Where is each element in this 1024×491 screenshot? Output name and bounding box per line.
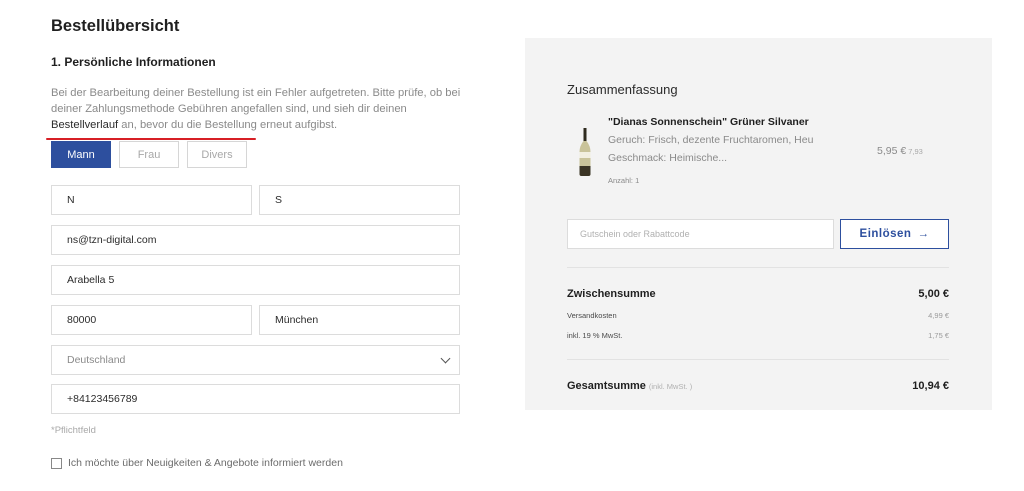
error-highlight-underline <box>46 138 256 140</box>
product-quantity: Anzahl: 1 <box>608 176 640 185</box>
redeem-button-label: Einlösen <box>859 228 912 240</box>
total-row: Gesamtsumme (inkl. MwSt. ) 10,94 € <box>567 380 949 392</box>
order-summary-panel: Zusammenfassung "Dianas Sonnenschein" Gr… <box>525 38 992 410</box>
shipping-label: Versandkosten <box>567 311 617 320</box>
product-price-old: 7,93 <box>908 147 923 156</box>
phone-field[interactable]: +84123456789 <box>51 384 460 414</box>
wine-bottle-icon <box>579 128 591 176</box>
vat-label: inkl. 19 % MwSt. <box>567 331 623 340</box>
redeem-coupon-button[interactable]: Einlösen → <box>840 219 949 249</box>
shipping-row: Versandkosten 4,99 € <box>567 311 949 320</box>
total-value: 10,94 € <box>912 380 949 392</box>
subtotal-row: Zwischensumme 5,00 € <box>567 288 949 300</box>
error-message-part1: Bei der Bearbeitung deiner Bestellung is… <box>51 87 461 115</box>
product-price: 5,95 €7,93 <box>877 145 923 157</box>
section-title-personal-info: 1. Persönliche Informationen <box>51 55 216 69</box>
error-message-part2: an, bevor du die Bestellung erneut aufgi… <box>118 119 338 131</box>
chevron-down-icon <box>440 353 451 363</box>
total-divider <box>567 359 949 360</box>
product-price-current: 5,95 € <box>877 145 907 157</box>
first-name-field[interactable]: N <box>51 185 252 215</box>
subtotal-label: Zwischensumme <box>567 288 656 300</box>
error-message: Bei der Bearbeitung deiner Bestellung is… <box>51 85 471 133</box>
order-history-link[interactable]: Bestellverlauf <box>51 119 118 131</box>
gender-selector: Mann Frau Divers <box>51 141 247 168</box>
summary-title: Zusammenfassung <box>567 82 678 97</box>
country-select-value: Deutschland <box>67 354 126 366</box>
gender-option-frau[interactable]: Frau <box>119 141 179 168</box>
arrow-right-icon: → <box>917 228 930 240</box>
page-title: Bestellübersicht <box>51 17 180 35</box>
newsletter-option[interactable]: Ich möchte über Neuigkeiten & Angebote i… <box>51 457 343 469</box>
newsletter-label: Ich möchte über Neuigkeiten & Angebote i… <box>68 457 343 469</box>
gender-option-divers[interactable]: Divers <box>187 141 247 168</box>
product-name: "Dianas Sonnenschein" Grüner Silvaner <box>608 116 809 128</box>
vat-row: inkl. 19 % MwSt. 1,75 € <box>567 331 949 340</box>
vat-value: 1,75 € <box>928 331 949 340</box>
gender-option-mann[interactable]: Mann <box>51 141 111 168</box>
shipping-value: 4,99 € <box>928 311 949 320</box>
newsletter-checkbox[interactable] <box>51 457 62 469</box>
product-description-line1: Geruch: Frisch, dezente Fruchtaromen, He… <box>608 134 814 146</box>
total-label-wrap: Gesamtsumme (inkl. MwSt. ) <box>567 380 692 392</box>
last-name-field[interactable]: S <box>259 185 460 215</box>
total-label: Gesamtsumme <box>567 380 646 392</box>
email-field[interactable]: ns@tzn-digital.com <box>51 225 460 255</box>
total-vat-note: (inkl. MwSt. ) <box>648 382 693 391</box>
summary-divider <box>567 267 949 268</box>
product-description-line2: Geschmack: Heimische... <box>608 152 728 164</box>
city-field[interactable]: München <box>259 305 460 335</box>
country-select[interactable]: Deutschland <box>51 345 460 375</box>
zip-field[interactable]: 80000 <box>51 305 252 335</box>
coupon-input[interactable]: Gutschein oder Rabattcode <box>567 219 834 249</box>
subtotal-value: 5,00 € <box>918 288 949 300</box>
street-field[interactable]: Arabella 5 <box>51 265 460 295</box>
required-field-note: *Pflichtfeld <box>51 425 96 436</box>
